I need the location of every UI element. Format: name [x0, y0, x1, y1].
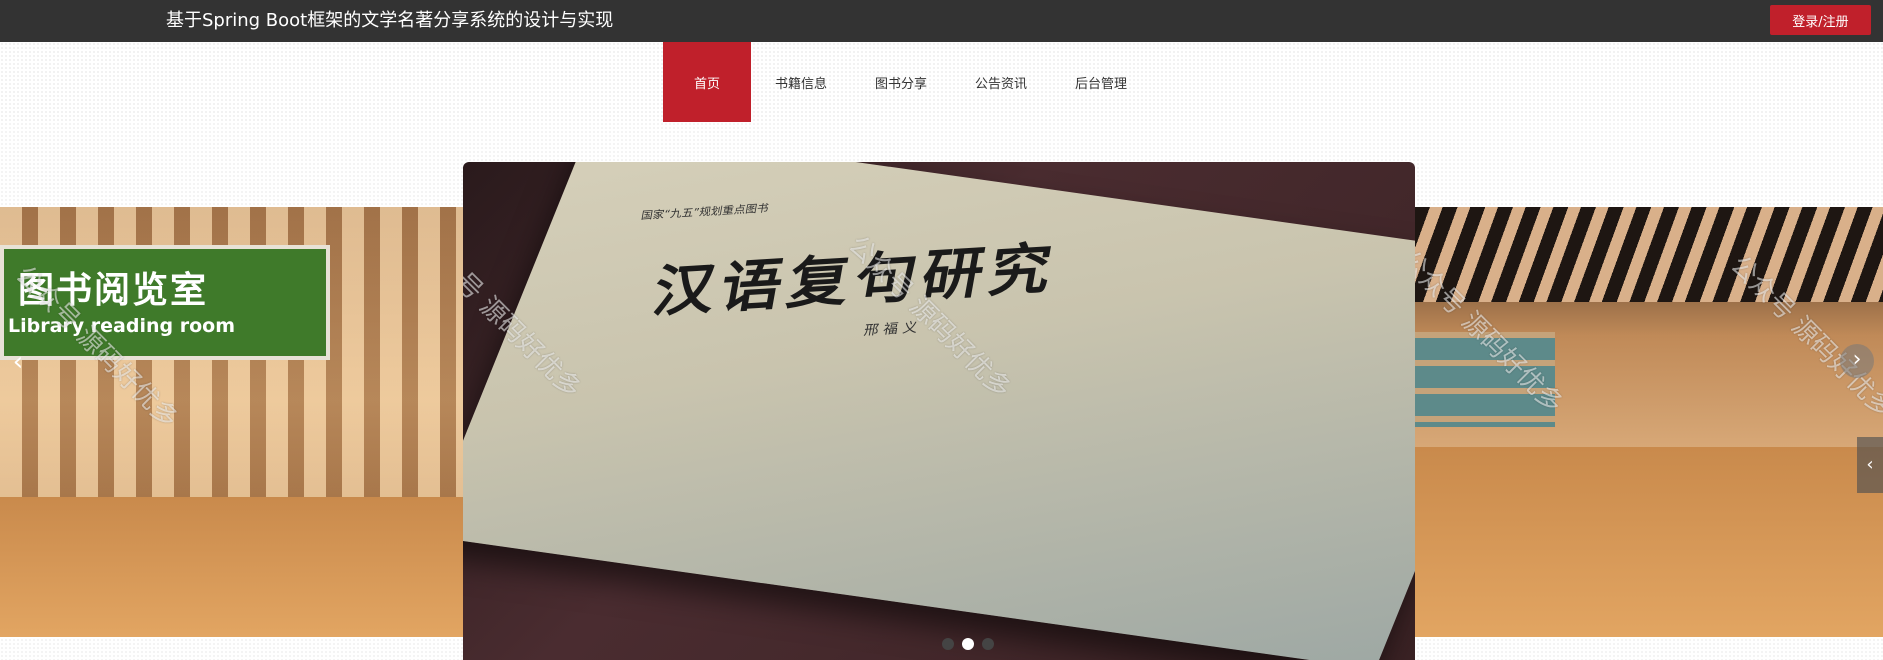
book-title-text: 汉语复句研究: [648, 235, 1063, 325]
main-nav: 首页 书籍信息 图书分享 公告资讯 后台管理: [0, 42, 1883, 122]
reading-room-sign: 图书阅览室 Library reading room: [0, 245, 330, 360]
book-series-text: 国家“九五”规划重点图书: [640, 201, 770, 223]
nav-item-book-share[interactable]: 图书分享: [851, 42, 951, 122]
top-bar: 基于Spring Boot框架的文学名著分享系统的设计与实现 登录/注册: [0, 0, 1883, 42]
chevron-left-icon[interactable]: ‹: [4, 345, 32, 379]
side-float-tab[interactable]: ‹: [1857, 437, 1883, 493]
carousel-slide-right[interactable]: 公众号 源码好优多 公众号 源码好优多: [1415, 207, 1883, 637]
nav-item-news[interactable]: 公告资讯: [951, 42, 1051, 122]
wood-floor: [0, 497, 463, 637]
carousel-indicators: [942, 638, 994, 650]
login-register-button[interactable]: 登录/注册: [1770, 5, 1871, 35]
sign-chinese-text: 图书阅览室: [18, 270, 209, 311]
book-author-text: 邢 福 义: [862, 320, 919, 339]
site-title: 基于Spring Boot框架的文学名著分享系统的设计与实现: [166, 10, 614, 31]
sign-english-text: Library reading room: [8, 315, 235, 337]
carousel-dot-3[interactable]: [982, 638, 994, 650]
nav-item-home[interactable]: 首页: [663, 42, 751, 122]
carousel-slide-active[interactable]: 国家“九五”规划重点图书 汉语复句研究 邢 福 义 公众号 源码好优多 公众号 …: [463, 162, 1415, 660]
nav-list: 首页 书籍信息 图书分享 公告资讯 后台管理: [663, 42, 1151, 122]
carousel-dot-1[interactable]: [942, 638, 954, 650]
carousel-dot-2[interactable]: [962, 638, 974, 650]
book-cover: 国家“九五”规划重点图书 汉语复句研究 邢 福 义: [463, 162, 1415, 660]
ceiling-beams: [1415, 207, 1883, 302]
bookshelf: [1415, 332, 1555, 427]
carousel-slide-left[interactable]: 图书阅览室 Library reading room 公众号 源码好优多: [0, 207, 463, 637]
wood-floor: [1415, 447, 1883, 637]
chevron-right-icon[interactable]: ›: [1840, 344, 1874, 378]
nav-item-admin[interactable]: 后台管理: [1051, 42, 1151, 122]
nav-item-books[interactable]: 书籍信息: [751, 42, 851, 122]
